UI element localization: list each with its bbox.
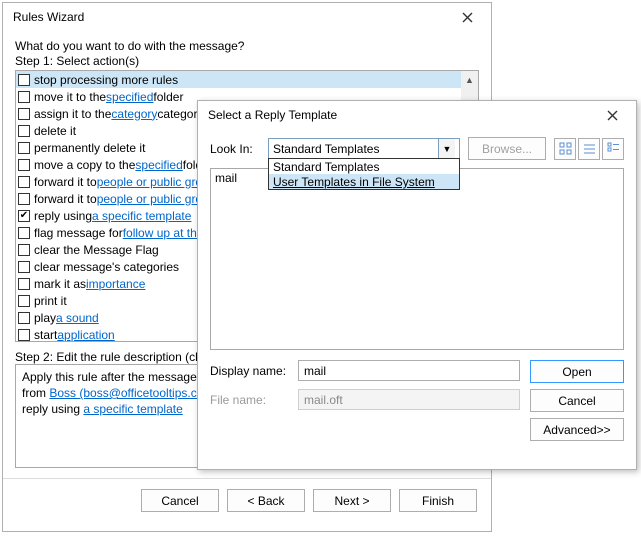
view-large-icons-icon[interactable] <box>554 138 576 160</box>
next-button[interactable]: Next > <box>313 489 391 512</box>
action-link[interactable]: specified <box>135 158 182 172</box>
display-name-field[interactable]: mail <box>298 360 520 381</box>
dropdown-item[interactable]: Standard Templates <box>269 159 459 174</box>
checkbox[interactable] <box>18 159 30 171</box>
close-icon[interactable] <box>449 6 485 28</box>
look-in-combo[interactable]: Standard Templates ▼ Standard TemplatesU… <box>268 138 460 159</box>
desc-from-link[interactable]: Boss (boss@officetooltips.com) <box>49 386 217 400</box>
cancel-button[interactable]: Cancel <box>530 389 624 412</box>
checkbox[interactable] <box>18 74 30 86</box>
browse-button: Browse... <box>468 137 546 160</box>
step1-label: Step 1: Select action(s) <box>15 54 479 68</box>
file-name-label: File name: <box>210 393 290 407</box>
rules-wizard-titlebar: Rules Wizard <box>3 3 491 31</box>
view-list-icon[interactable] <box>578 138 600 160</box>
rules-wizard-button-row: Cancel < Back Next > Finish <box>3 478 491 512</box>
template-title: Select a Reply Template <box>208 108 337 122</box>
checkbox[interactable] <box>18 125 30 137</box>
checkbox[interactable] <box>18 142 30 154</box>
look-in-label: Look In: <box>210 142 260 156</box>
checkbox[interactable] <box>18 244 30 256</box>
checkbox[interactable] <box>18 176 30 188</box>
select-template-dialog: Select a Reply Template Look In: Standar… <box>197 100 637 470</box>
finish-button[interactable]: Finish <box>399 489 477 512</box>
checkbox[interactable]: ✔ <box>18 210 30 222</box>
file-name-field: mail.oft <box>298 389 520 410</box>
dropdown-item[interactable]: User Templates in File System <box>269 174 459 189</box>
action-link[interactable]: application <box>57 328 114 342</box>
chevron-down-icon[interactable]: ▼ <box>438 139 455 158</box>
checkbox[interactable] <box>18 108 30 120</box>
look-in-value: Standard Templates <box>273 142 438 156</box>
checkbox[interactable] <box>18 312 30 324</box>
checkbox[interactable] <box>18 193 30 205</box>
close-icon[interactable] <box>594 104 630 126</box>
checkbox[interactable] <box>18 329 30 341</box>
desc-template-link[interactable]: a specific template <box>83 402 182 416</box>
scroll-up-icon[interactable]: ▲ <box>461 71 478 88</box>
checkbox[interactable] <box>18 91 30 103</box>
back-button[interactable]: < Back <box>227 489 305 512</box>
open-button[interactable]: Open <box>530 360 624 383</box>
action-link[interactable]: a sound <box>56 311 99 325</box>
action-link[interactable]: specified <box>106 90 153 104</box>
list-item[interactable]: mail <box>215 171 237 185</box>
template-file-list[interactable]: mail <box>210 168 624 350</box>
view-details-icon[interactable] <box>602 138 624 160</box>
look-in-dropdown[interactable]: Standard TemplatesUser Templates in File… <box>268 158 460 190</box>
advanced-button[interactable]: Advanced>> <box>530 418 624 441</box>
action-link[interactable]: a specific template <box>92 209 191 223</box>
checkbox[interactable] <box>18 295 30 307</box>
rules-wizard-question: What do you want to do with the message? <box>15 39 479 53</box>
checkbox[interactable] <box>18 227 30 239</box>
display-name-label: Display name: <box>210 364 290 378</box>
action-row[interactable]: stop processing more rules <box>16 71 461 88</box>
checkbox[interactable] <box>18 261 30 273</box>
cancel-button[interactable]: Cancel <box>141 489 219 512</box>
checkbox[interactable] <box>18 278 30 290</box>
action-link[interactable]: importance <box>86 277 145 291</box>
action-link[interactable]: category <box>111 107 157 121</box>
template-titlebar: Select a Reply Template <box>198 101 636 129</box>
rules-wizard-title: Rules Wizard <box>13 10 84 24</box>
